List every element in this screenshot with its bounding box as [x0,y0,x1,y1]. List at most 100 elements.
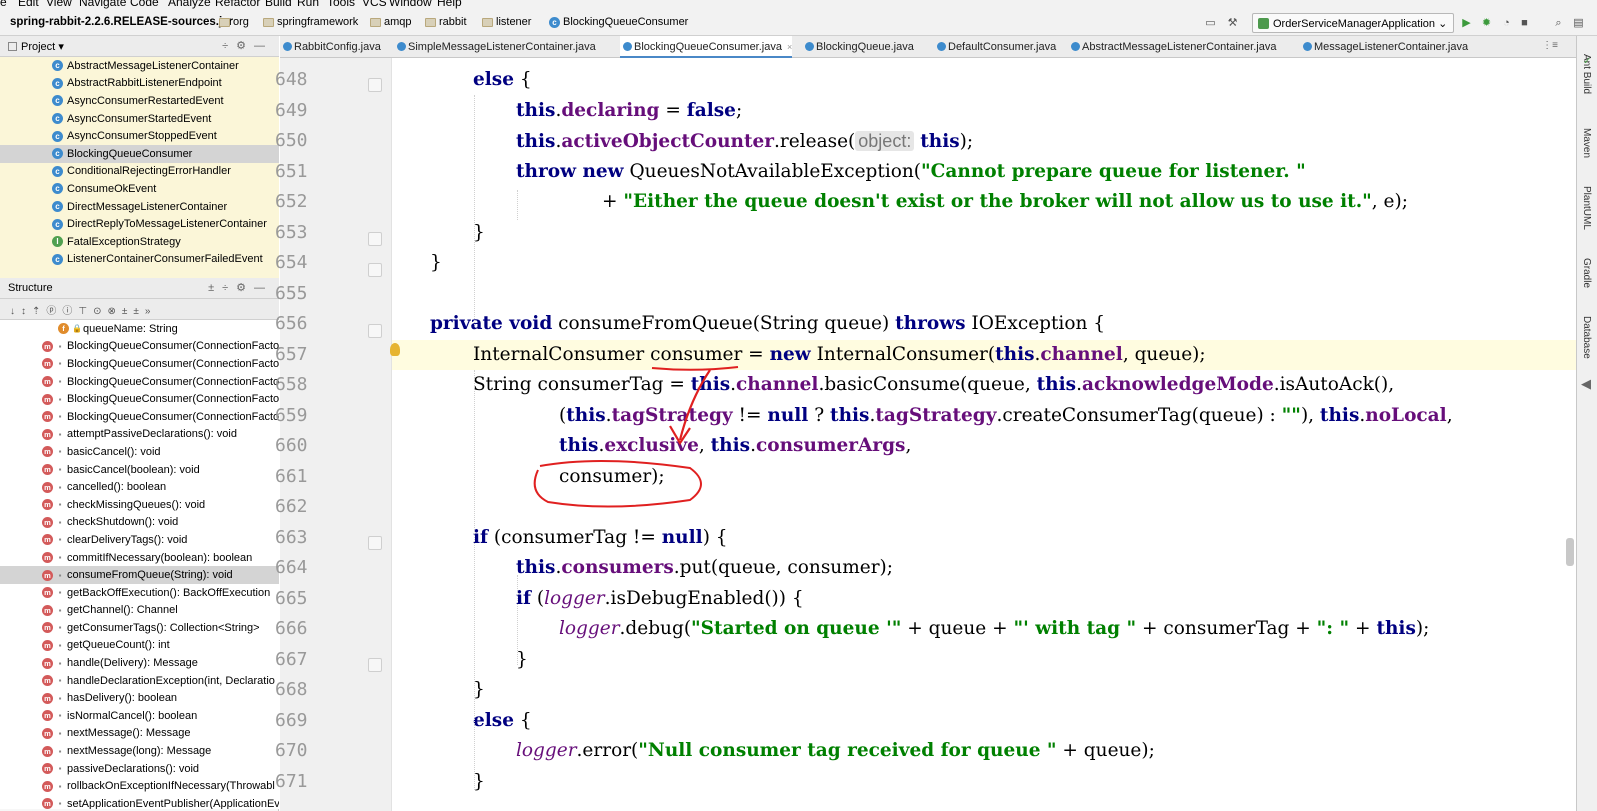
breadcrumb-org[interactable]: org [219,16,249,28]
code-line[interactable]: logger.debug("Started on queue '" + queu… [559,614,1429,644]
menu-item[interactable]: Help [437,0,462,9]
settings-icon[interactable]: ▤ [1572,17,1585,30]
menu-item[interactable]: VCS [362,0,387,9]
fold-marker-icon[interactable] [368,658,382,672]
coverage-icon[interactable]: ◔ [1500,17,1513,30]
breadcrumb-jar[interactable]: spring-rabbit-2.2.6.RELEASE-sources.jar [10,16,233,28]
breadcrumb-amqp[interactable]: amqp [370,16,412,28]
project-tree-item[interactable]: c ListenerContainerConsumerFailedEvent [0,251,279,269]
menu-item[interactable]: Tools [327,0,355,9]
editor-tab[interactable]: SimpleMessageListenerContainer.java [394,36,596,58]
maven-tab[interactable]: Maven [1581,128,1592,158]
code-line[interactable]: this.activeObjectCounter.release(object:… [516,126,973,157]
structure-item[interactable]: m ▪ hasDelivery(): boolean [0,689,279,707]
structure-item[interactable]: m ▪ cancelled(): boolean [0,478,279,496]
project-tree-item[interactable]: c ConditionalRejectingErrorHandler [0,163,279,181]
structure-item[interactable]: m ▪ BlockingQueueConsumer(ConnectionFacto [0,338,279,356]
menu-item[interactable]: Edit [18,0,39,9]
breadcrumb-springframework[interactable]: springframework [263,16,358,28]
editor-tab[interactable]: RabbitConfig.java [280,36,381,58]
fold-marker-icon[interactable] [368,263,382,277]
structure-item[interactable]: m ▪ consumeFromQueue(String): void [0,566,279,584]
code-line[interactable]: logger.error("Null consumer tag received… [516,736,1155,766]
hammer-icon[interactable]: ⚒ [1226,17,1239,30]
chevron-down-icon[interactable]: ▾ [58,41,64,53]
project-tree-item[interactable]: c AsyncConsumerRestartedEvent [0,92,279,110]
stop-icon[interactable]: ■ [1518,17,1531,30]
project-tree-item[interactable]: c DirectReplyToMessageListenerContainer [0,215,279,233]
structure-item[interactable]: m ▪ getConsumerTags(): Collection<String> [0,619,279,637]
scrollbar-thumb[interactable] [1566,538,1574,566]
code-line[interactable]: if (consumerTag != null) { [473,523,728,553]
search-icon[interactable]: ⌕ [1552,17,1565,30]
menu-item[interactable]: View [46,0,72,9]
project-tree-item[interactable]: c AsyncConsumerStoppedEvent [0,127,279,145]
debug-icon[interactable]: ✹ [1480,17,1493,30]
structure-item[interactable]: m ▪ commitIfNecessary(boolean): boolean [0,549,279,567]
editor-tab[interactable]: BlockingQueueConsumer.java × [620,36,793,58]
fold-marker-icon[interactable] [368,324,382,338]
panel-header-icons[interactable]: ±÷⚙— [208,281,273,294]
structure-item[interactable]: m ▪ checkMissingQueues(): void [0,496,279,514]
code-line[interactable]: this.consumers.put(queue, consumer); [516,553,893,583]
structure-item[interactable]: m ▪ checkShutdown(): void [0,514,279,532]
lightbulb-icon[interactable] [390,343,400,356]
menu-item[interactable]: Refactor [215,0,260,9]
structure-item[interactable]: m ▪ getQueueCount(): int [0,637,279,655]
structure-item[interactable]: m ▪ basicCancel(boolean): void [0,461,279,479]
fold-marker-icon[interactable] [368,536,382,550]
run-configuration-select[interactable]: OrderServiceManagerApplication ⌄ [1252,13,1454,33]
code-line[interactable]: } [430,248,442,278]
breadcrumb-class[interactable]: c BlockingQueueConsumer [549,16,688,28]
structure-toolbar[interactable]: ↓↕⇡ⓟⓘ⊤⊙⊗±±» [0,299,279,320]
structure-field[interactable]: f 🔒 queueName: String [0,320,279,338]
breadcrumb-rabbit[interactable]: rabbit [425,16,467,28]
project-tree-item[interactable]: c AsyncConsumerStartedEvent [0,110,279,128]
code-line[interactable]: this.exclusive, this.consumerArgs, [559,431,911,461]
structure-item[interactable]: m ▪ nextMessage(long): Message [0,742,279,760]
editor-tab[interactable]: BlockingQueue.java [802,36,914,58]
structure-item[interactable]: m ▪ setApplicationEventPublisher(Applicati… [0,795,279,809]
database-tab[interactable]: Database [1581,316,1592,359]
structure-item[interactable]: m ▪ BlockingQueueConsumer(ConnectionFacto [0,373,279,391]
code-line[interactable]: else { [473,65,532,95]
structure-item[interactable]: m ▪ attemptPassiveDeclarations(): void [0,426,279,444]
structure-item[interactable]: m ▪ passiveDeclarations(): void [0,760,279,778]
frame-icon[interactable]: ▭ [1204,17,1217,30]
structure-item[interactable]: m ▪ getBackOffExecution(): BackOffExecutio… [0,584,279,602]
fold-marker-icon[interactable] [368,78,382,92]
structure-item[interactable]: m ▪ isNormalCancel(): boolean [0,707,279,725]
menu-item[interactable]: Build [265,0,292,9]
structure-item[interactable]: m ▪ handleDeclarationException(int, Declar… [0,672,279,690]
structure-item[interactable]: m ▪ rollbackOnExceptionIfNecessary(Throwab… [0,777,279,795]
structure-item[interactable]: m ▪ getChannel(): Channel [0,602,279,620]
editor-tab[interactable]: AbstractMessageListenerContainer.java [1068,36,1276,58]
panel-header-icons[interactable]: ÷⚙— [222,39,273,52]
code-line[interactable]: throw new QueuesNotAvailableException("C… [516,157,1306,187]
code-line[interactable]: else { [473,706,532,736]
code-line[interactable]: private void consumeFromQueue(String que… [430,309,1105,339]
menu-item[interactable]: Run [297,0,319,9]
project-tree-item[interactable]: c AbstractMessageListenerContainer [0,57,279,75]
project-tree-item[interactable]: c AbstractRabbitListenerEndpoint [0,75,279,93]
structure-item[interactable]: m ▪ BlockingQueueConsumer(ConnectionFacto [0,390,279,408]
structure-item[interactable]: m ▪ BlockingQueueConsumer(ConnectionFacto [0,355,279,373]
code-line[interactable]: (this.tagStrategy != null ? this.tagStra… [559,401,1453,431]
structure-item[interactable]: m ▪ clearDeliveryTags(): void [0,531,279,549]
project-tree-item[interactable]: c ConsumeOkEvent [0,180,279,198]
project-tree-item[interactable]: c BlockingQueueConsumer [0,144,279,163]
structure-item[interactable]: m ▪ BlockingQueueConsumer(ConnectionFacto [0,408,279,426]
run-icon[interactable]: ▶ [1460,17,1473,30]
code-line[interactable]: + "Either the queue doesn't exist or the… [602,187,1408,217]
fold-marker-icon[interactable] [368,232,382,246]
menu-item[interactable]: Navigate [79,0,126,9]
project-panel-title[interactable]: Project [21,41,55,53]
menu-item[interactable]: Analyze [168,0,211,9]
code-line[interactable]: if (logger.isDebugEnabled()) { [516,584,804,614]
breadcrumb-listener[interactable]: listener [482,16,531,28]
code-line[interactable]: this.declaring = false; [516,96,742,126]
project-tree-item[interactable]: I FatalExceptionStrategy [0,233,279,251]
collapse-arrow-icon[interactable]: ◀ [1581,376,1591,392]
project-tree-item[interactable]: c DirectMessageListenerContainer [0,198,279,216]
tab-overflow-icon[interactable]: ⋮≡ [1542,40,1558,51]
